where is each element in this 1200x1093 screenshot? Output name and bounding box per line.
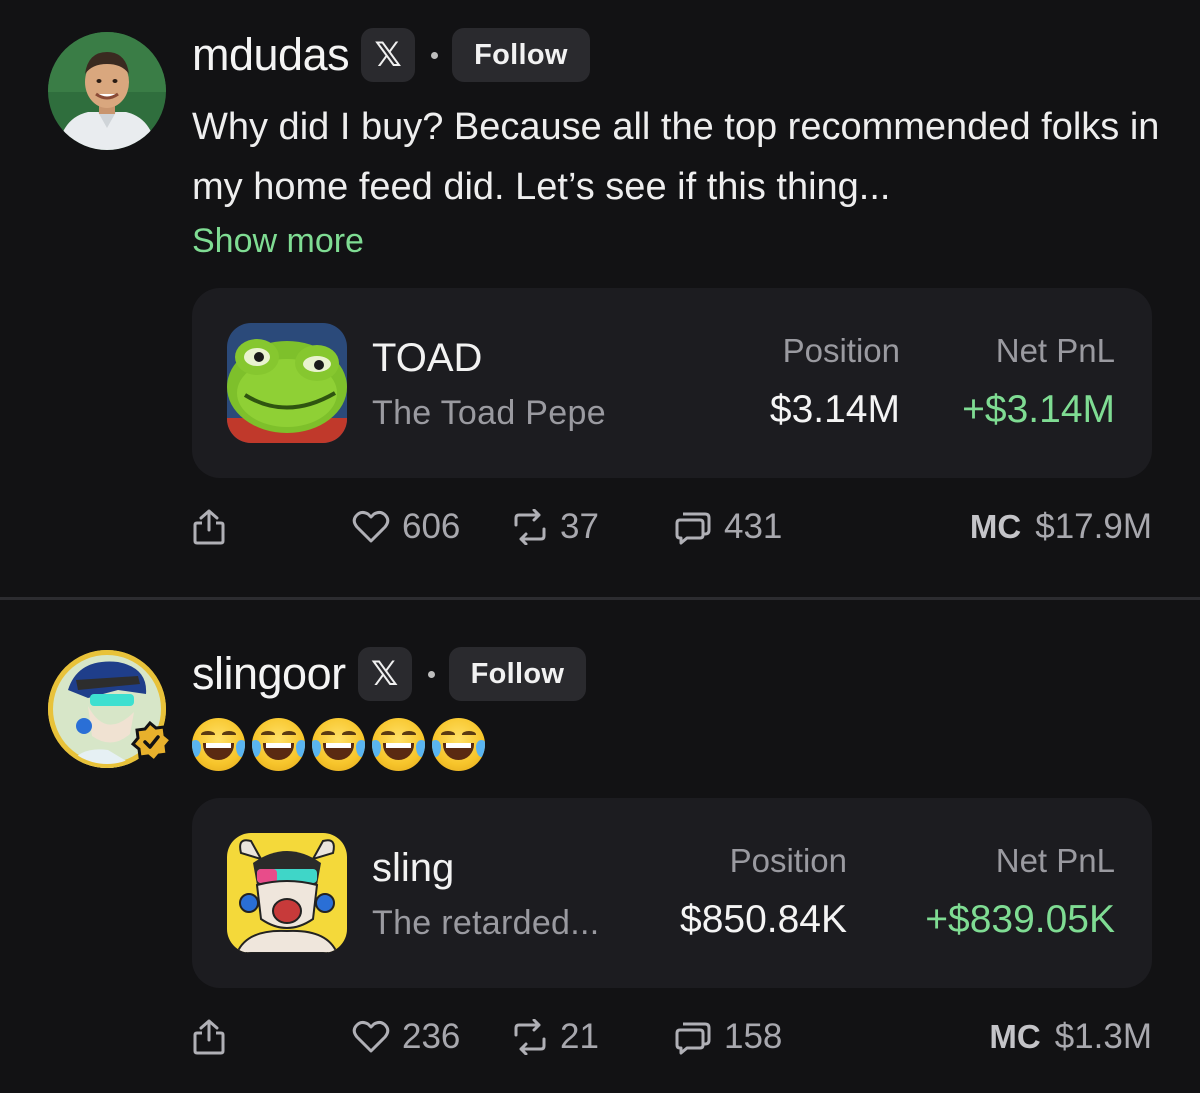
follow-button[interactable]: Follow [452, 28, 590, 82]
market-cap-label: MC [989, 1018, 1041, 1055]
feed: mdudas 𝕏 Follow Why did I buy? Because a… [0, 0, 1200, 1093]
username[interactable]: slingoor [192, 648, 346, 700]
position-label: Position [729, 842, 847, 879]
repost-button[interactable]: 37 [512, 507, 599, 547]
share-icon [193, 509, 225, 545]
position-value: $3.14M [769, 388, 900, 431]
repost-icon [514, 1019, 546, 1055]
post-header: slingoor 𝕏 Follow [192, 646, 587, 702]
post-slingoor: slingoor 𝕏 Follow sling The retarded... … [0, 600, 1200, 1093]
market-cap: MC $1.3M [989, 1017, 1152, 1057]
repost-button[interactable]: 21 [512, 1017, 599, 1057]
token-card[interactable]: sling The retarded... Position $850.84K … [192, 798, 1152, 988]
avatar-photo [48, 32, 166, 150]
market-cap-value: $17.9M [1035, 507, 1152, 546]
show-more-link[interactable]: Show more [192, 222, 364, 261]
share-button[interactable] [192, 508, 226, 546]
avatar-illustration [48, 650, 174, 768]
token-name: The Toad Pepe [372, 394, 606, 432]
comment-icon [675, 512, 711, 545]
laughing-crying-emoji-icon [372, 718, 425, 771]
comment-button[interactable]: 431 [674, 507, 782, 547]
net-pnl-value: +$839.05K [925, 898, 1115, 941]
position-value: $850.84K [680, 898, 847, 941]
verified-badge-icon [130, 720, 174, 764]
net-pnl-label: Net PnL [995, 842, 1115, 879]
position-label: Position [782, 332, 900, 369]
net-pnl-label: Net PnL [995, 332, 1115, 369]
repost-icon [514, 509, 546, 545]
like-count: 606 [402, 507, 461, 546]
avatar-slingoor[interactable] [48, 650, 174, 768]
username[interactable]: mdudas [192, 29, 350, 81]
post-actions: 236 21 158 MC $1.3M [192, 1012, 1152, 1062]
comment-count: 158 [724, 1017, 783, 1056]
avatar-mdudas[interactable] [48, 32, 166, 150]
post-emojis [192, 718, 485, 771]
laughing-crying-emoji-icon [312, 718, 365, 771]
repost-count: 37 [560, 507, 599, 546]
x-logo-icon[interactable]: 𝕏 [357, 647, 412, 701]
token-name: The retarded... [372, 904, 600, 942]
market-cap-label: MC [969, 508, 1022, 545]
laughing-crying-emoji-icon [432, 718, 485, 771]
heart-icon [352, 1020, 390, 1053]
share-button[interactable] [192, 1018, 226, 1056]
market-cap-value: $1.3M [1054, 1017, 1152, 1056]
post-text: Why did I buy? Because all the top recom… [192, 106, 1160, 208]
token-card[interactable]: TOAD The Toad Pepe Position $3.14M Net P… [192, 288, 1152, 478]
post-header: mdudas 𝕏 Follow [192, 27, 590, 83]
share-icon [193, 1019, 225, 1055]
separator-dot [427, 670, 435, 678]
net-pnl-value: +$3.14M [962, 388, 1115, 431]
like-button[interactable]: 236 [352, 1017, 460, 1057]
laughing-crying-emoji-icon [252, 718, 305, 771]
x-logo-icon[interactable]: 𝕏 [361, 28, 416, 82]
like-button[interactable]: 606 [352, 507, 460, 547]
token-symbol: sling [372, 846, 455, 890]
follow-button[interactable]: Follow [448, 647, 587, 701]
comment-button[interactable]: 158 [674, 1017, 782, 1057]
heart-icon [352, 510, 390, 543]
comment-icon [675, 1022, 711, 1055]
separator-dot [431, 51, 439, 59]
token-logo-toad [227, 323, 347, 443]
repost-count: 21 [560, 1017, 599, 1056]
post-mdudas: mdudas 𝕏 Follow Why did I buy? Because a… [0, 0, 1200, 598]
market-cap: MC $17.9M [970, 507, 1152, 547]
token-logo-sling [227, 833, 347, 953]
token-symbol: TOAD [372, 336, 483, 380]
like-count: 236 [402, 1017, 461, 1056]
laughing-crying-emoji-icon [192, 718, 245, 771]
comment-count: 431 [724, 507, 783, 546]
post-actions: 606 37 431 MC $17.9M [192, 502, 1152, 552]
